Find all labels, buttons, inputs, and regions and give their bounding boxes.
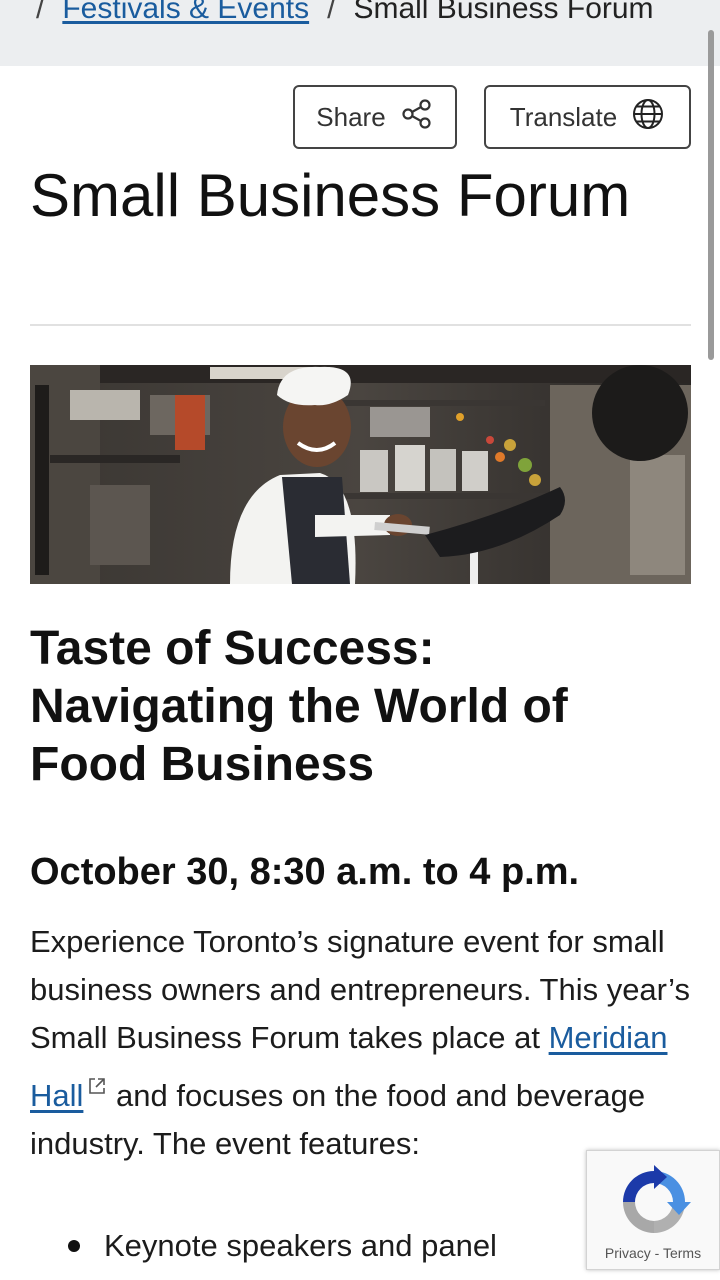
breadcrumb: / Festivals & Events / Small Business Fo…: [0, 0, 720, 66]
list-item-label: Keynote speakers and panel: [104, 1228, 497, 1263]
page-title: Small Business Forum: [30, 162, 631, 229]
globe-icon: [631, 97, 665, 138]
share-button[interactable]: Share: [293, 85, 457, 149]
recaptcha-badge[interactable]: Privacy - Terms: [586, 1150, 720, 1270]
recaptcha-icon: [617, 1165, 691, 1239]
event-description: Experience Toronto’s signature event for…: [30, 918, 690, 1168]
features-list: Keynote speakers and panel: [30, 1222, 590, 1270]
event-subtitle: Taste of Success: Navigating the World o…: [30, 622, 568, 791]
breadcrumb-link-festivals-events[interactable]: Festivals & Events: [62, 0, 309, 26]
description-text-continued: and focuses on the food and beverage ind…: [30, 1078, 646, 1161]
bullet-icon: [68, 1240, 80, 1252]
translate-button[interactable]: Translate: [484, 85, 691, 149]
breadcrumb-current: Small Business Forum: [353, 0, 654, 25]
hero-image-chef: [30, 365, 691, 584]
list-item: Keynote speakers and panel: [30, 1222, 590, 1270]
breadcrumb-separator: /: [327, 0, 336, 25]
external-link-icon: [87, 1062, 107, 1094]
share-label: Share: [316, 101, 386, 132]
share-icon: [400, 97, 434, 138]
scrollbar[interactable]: [708, 30, 714, 360]
recaptcha-separator: -: [650, 1245, 663, 1261]
translate-label: Translate: [509, 101, 618, 132]
recaptcha-links: Privacy - Terms: [587, 1245, 719, 1261]
divider: [30, 324, 691, 326]
breadcrumb-separator: /: [36, 0, 45, 25]
event-date: October 30, 8:30 a.m. to 4 p.m.: [30, 851, 580, 893]
recaptcha-terms-link[interactable]: Terms: [663, 1245, 701, 1261]
recaptcha-privacy-link[interactable]: Privacy: [605, 1245, 651, 1261]
